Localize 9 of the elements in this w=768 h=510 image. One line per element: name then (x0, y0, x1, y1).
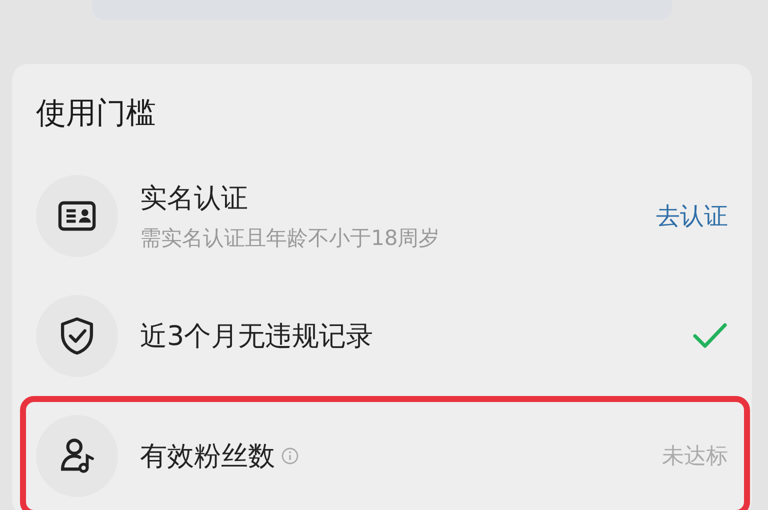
section-title: 使用门槛 (36, 95, 157, 133)
verify-link[interactable]: 去认证 (656, 200, 728, 232)
status-text: 未达标 (662, 443, 728, 471)
check-icon (692, 321, 728, 351)
requirement-title: 有效粉丝数 (140, 440, 275, 474)
requirement-title: 近3个月无违规记录 (140, 320, 374, 354)
requirement-title: 实名认证 (140, 182, 248, 216)
info-icon[interactable] (281, 447, 299, 465)
requirement-note: 需实名认证且年龄不小于18周岁 (140, 225, 441, 252)
